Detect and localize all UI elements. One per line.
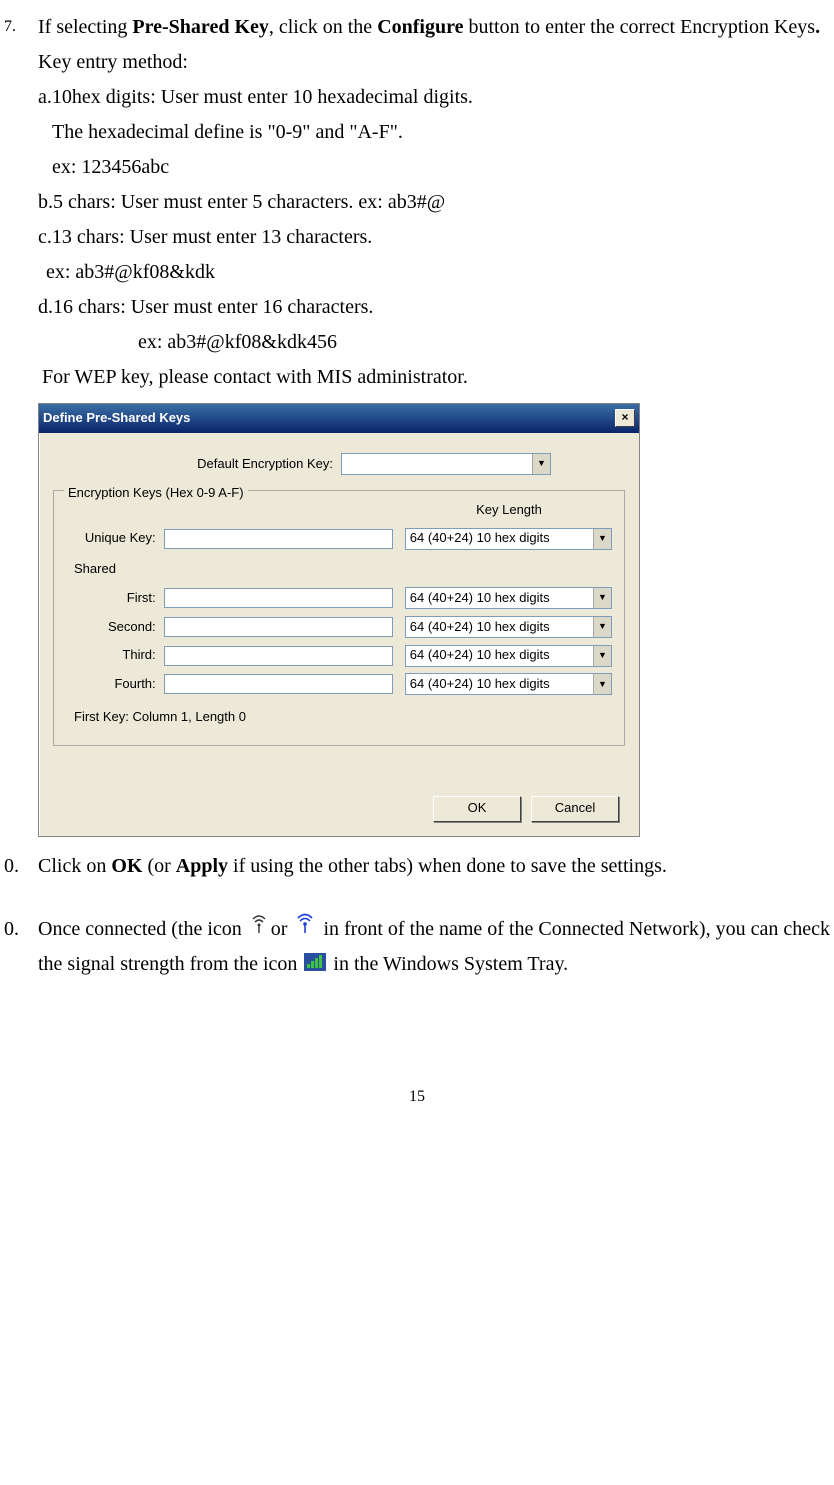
text-bold: .: [815, 16, 820, 38]
step-0-connected: 0. Once connected (the icon or in front …: [4, 912, 830, 984]
select-value: 64 (40+24) 10 hex digits: [410, 587, 550, 610]
dialog-define-pre-shared-keys: Define Pre-Shared Keys × Default Encrypt…: [38, 403, 830, 837]
unique-key-input[interactable]: [164, 529, 393, 549]
cancel-button[interactable]: Cancel: [531, 796, 619, 822]
key-length-header: Key Length: [406, 499, 612, 522]
second-key-label: Second:: [66, 616, 164, 639]
step-7: 7. If selecting Pre-Shared Key, click on…: [4, 10, 830, 845]
encryption-keys-fieldset: Encryption Keys (Hex 0-9 A-F) Key Length…: [53, 490, 625, 746]
text: The hexadecimal define is "0-9" and "A-F…: [38, 115, 830, 150]
select-value: 64 (40+24) 10 hex digits: [410, 616, 550, 639]
step-body: If selecting Pre-Shared Key, click on th…: [38, 10, 830, 845]
fieldset-legend: Encryption Keys (Hex 0-9 A-F): [64, 482, 248, 505]
text-bold: Apply: [176, 855, 228, 877]
text: For WEP key, please contact with MIS adm…: [38, 360, 830, 395]
step-number: 0.: [4, 912, 38, 984]
text: a.10hex digits: User must enter 10 hexad…: [38, 80, 830, 115]
third-key-input[interactable]: [164, 646, 393, 666]
third-key-label: Third:: [66, 644, 164, 667]
second-key-input[interactable]: [164, 617, 393, 637]
select-value: 64 (40+24) 10 hex digits: [410, 527, 550, 550]
unique-key-length-select[interactable]: 64 (40+24) 10 hex digits ▼: [405, 528, 612, 550]
antenna-icon: [249, 912, 269, 947]
text: ex: 123456abc: [38, 150, 830, 185]
chevron-down-icon: ▼: [593, 588, 611, 608]
unique-key-label: Unique Key:: [66, 527, 164, 550]
text: ex: ab3#@kf08&kdk456: [38, 325, 830, 360]
text-bold: Pre-Shared Key: [132, 16, 268, 38]
step-number: 7.: [4, 10, 38, 845]
fourth-key-length-select[interactable]: 64 (40+24) 10 hex digits ▼: [405, 673, 612, 695]
fourth-key-label: Fourth:: [66, 673, 164, 696]
text: button to enter the correct Encryption K…: [464, 16, 816, 38]
default-encryption-label: Default Encryption Key:: [53, 453, 341, 476]
select-value: 64 (40+24) 10 hex digits: [410, 644, 550, 667]
chevron-down-icon: ▼: [593, 646, 611, 666]
shared-label: Shared: [74, 558, 612, 581]
default-encryption-select[interactable]: ▼: [341, 453, 551, 475]
text-bold: Configure: [377, 16, 463, 38]
dialog-title: Define Pre-Shared Keys: [43, 407, 190, 430]
first-key-input[interactable]: [164, 588, 393, 608]
ok-button[interactable]: OK: [433, 796, 521, 822]
text: or: [271, 918, 293, 940]
text: ex: ab3#@kf08&kdk: [38, 255, 830, 290]
text: d.16 chars: User must enter 16 character…: [38, 290, 830, 325]
chevron-down-icon: ▼: [593, 617, 611, 637]
chevron-down-icon: ▼: [593, 529, 611, 549]
antenna-blue-icon: [294, 912, 316, 947]
text: , click on the: [269, 16, 377, 38]
key-status-text: First Key: Column 1, Length 0: [74, 706, 612, 729]
text: c.13 chars: User must enter 13 character…: [38, 220, 830, 255]
text: Click on: [38, 855, 111, 877]
second-key-length-select[interactable]: 64 (40+24) 10 hex digits ▼: [405, 616, 612, 638]
step-number: 0.: [4, 849, 38, 884]
dialog-titlebar: Define Pre-Shared Keys ×: [39, 404, 639, 433]
signal-tray-icon: [304, 948, 326, 983]
text: Key entry method:: [38, 45, 830, 80]
select-value: 64 (40+24) 10 hex digits: [410, 673, 550, 696]
text: (or: [142, 855, 175, 877]
chevron-down-icon: ▼: [532, 454, 550, 474]
text: Once connected (the icon: [38, 918, 247, 940]
page-number: 15: [4, 1083, 830, 1111]
text-bold: OK: [111, 855, 142, 877]
first-key-label: First:: [66, 587, 164, 610]
text: if using the other tabs) when done to sa…: [228, 855, 667, 877]
fourth-key-input[interactable]: [164, 674, 393, 694]
close-button[interactable]: ×: [615, 409, 635, 427]
text: b.5 chars: User must enter 5 characters.…: [38, 185, 830, 220]
first-key-length-select[interactable]: 64 (40+24) 10 hex digits ▼: [405, 587, 612, 609]
text: in the Windows System Tray.: [333, 953, 568, 975]
third-key-length-select[interactable]: 64 (40+24) 10 hex digits ▼: [405, 645, 612, 667]
chevron-down-icon: ▼: [593, 674, 611, 694]
step-0-apply: 0. Click on OK (or Apply if using the ot…: [4, 849, 830, 884]
text: If selecting: [38, 16, 132, 38]
